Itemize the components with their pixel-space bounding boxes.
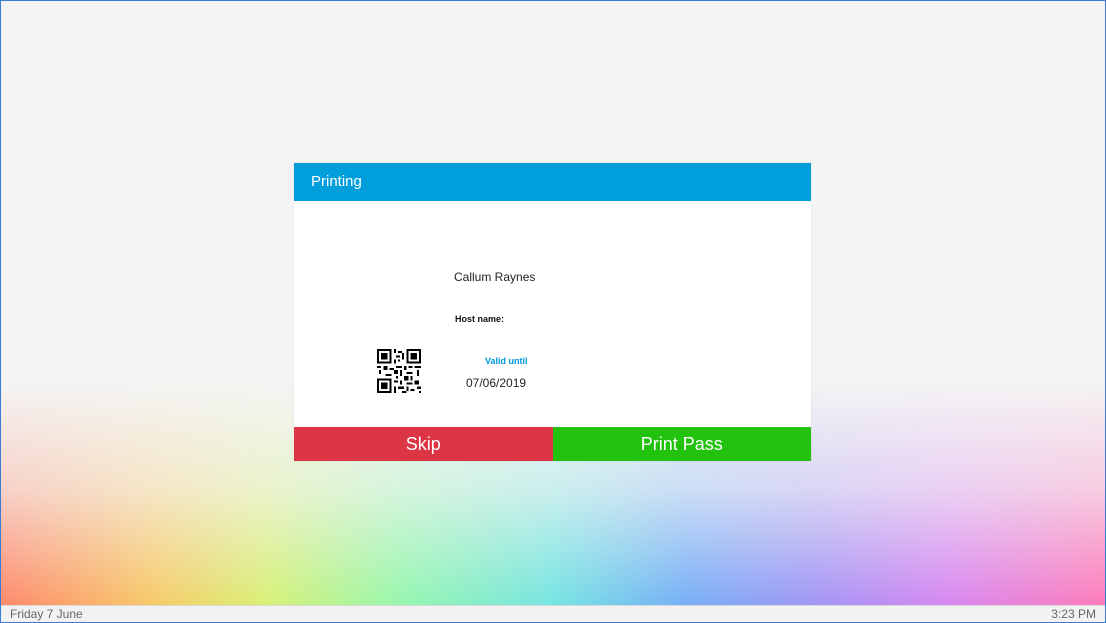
- kiosk-screen: Printing Callum Raynes Host name: Valid …: [0, 0, 1106, 623]
- pass-preview: Callum Raynes Host name: Valid until 07/…: [294, 201, 811, 427]
- dialog-header: Printing: [294, 163, 811, 201]
- printing-dialog: Printing Callum Raynes Host name: Valid …: [294, 163, 811, 461]
- qr-code-icon: [377, 349, 421, 393]
- valid-until-date: 07/06/2019: [466, 376, 527, 390]
- status-time: 3:23 PM: [1051, 607, 1096, 621]
- print-pass-button[interactable]: Print Pass: [552, 427, 811, 461]
- skip-button[interactable]: Skip: [294, 427, 553, 461]
- status-bar: Friday 7 June 3:23 PM: [1, 605, 1105, 622]
- valid-until-label: Valid until: [485, 356, 528, 366]
- visitor-name: Callum Raynes: [454, 270, 536, 284]
- host-name-label: Host name:: [455, 314, 505, 324]
- dialog-title: Printing: [311, 173, 362, 190]
- status-date: Friday 7 June: [10, 607, 83, 621]
- dialog-actions: Skip Print Pass: [294, 427, 811, 461]
